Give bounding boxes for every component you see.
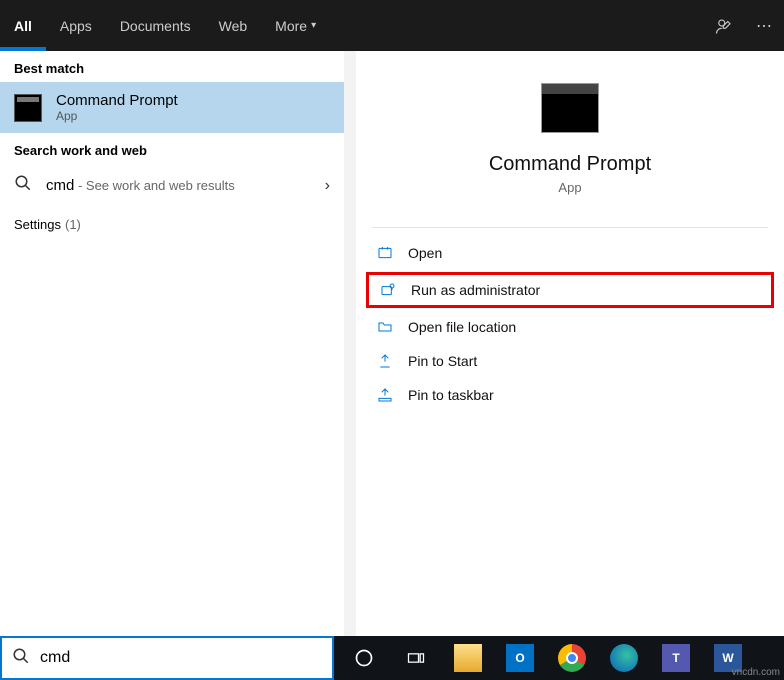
result-subtitle: App <box>56 109 178 123</box>
task-view-button[interactable] <box>394 640 438 676</box>
preview-title: Command Prompt <box>489 153 651 176</box>
preview-subtitle: App <box>558 180 581 195</box>
settings-category[interactable]: Settings (1) <box>0 207 344 242</box>
taskbar-chrome[interactable] <box>550 640 594 676</box>
preview-cmd-icon <box>541 83 599 133</box>
pin-start-icon <box>376 352 394 370</box>
result-title: Command Prompt <box>56 92 178 109</box>
results-pane: Best match Command Prompt App Search wor… <box>0 51 344 636</box>
result-command-prompt[interactable]: Command Prompt App <box>0 82 344 133</box>
search-tabbar: All Apps Documents Web More▾ ⋯ <box>0 0 784 51</box>
action-pin-to-start[interactable]: Pin to Start <box>356 344 784 378</box>
search-icon <box>14 174 32 197</box>
watermark: vncdn.com <box>732 667 780 678</box>
search-icon <box>12 647 30 670</box>
search-web-header: Search work and web <box>0 133 344 164</box>
taskbar-outlook[interactable]: O <box>498 640 542 676</box>
separator <box>372 227 768 228</box>
open-icon <box>376 244 394 262</box>
tab-more[interactable]: More▾ <box>261 0 330 51</box>
taskbar: O T W <box>334 636 784 680</box>
pin-taskbar-icon <box>376 386 394 404</box>
action-open-file-location[interactable]: Open file location <box>356 310 784 344</box>
web-query-desc: - See work and web results <box>74 178 234 193</box>
web-query-text: cmd <box>46 177 74 194</box>
tab-apps[interactable]: Apps <box>46 0 106 51</box>
pane-divider <box>344 51 356 636</box>
chevron-right-icon: › <box>325 177 330 195</box>
action-pin-to-taskbar[interactable]: Pin to taskbar <box>356 378 784 412</box>
cmd-icon <box>14 94 42 122</box>
admin-icon <box>379 281 397 299</box>
feedback-icon[interactable] <box>704 17 744 35</box>
search-box[interactable] <box>0 636 334 680</box>
preview-pane: Command Prompt App Open Run as administr… <box>356 51 784 636</box>
taskbar-edge[interactable] <box>602 640 646 676</box>
search-body: Best match Command Prompt App Search wor… <box>0 51 784 636</box>
action-open[interactable]: Open <box>356 236 784 270</box>
action-run-as-administrator[interactable]: Run as administrator <box>366 272 774 308</box>
web-result-cmd[interactable]: cmd - See work and web results › <box>0 164 344 207</box>
chevron-down-icon: ▾ <box>311 20 316 31</box>
cortana-button[interactable] <box>342 640 386 676</box>
tab-web[interactable]: Web <box>205 0 262 51</box>
tab-all[interactable]: All <box>0 0 46 51</box>
taskbar-file-explorer[interactable] <box>446 640 490 676</box>
search-input[interactable] <box>40 649 322 667</box>
more-options-icon[interactable]: ⋯ <box>744 16 784 36</box>
tab-documents[interactable]: Documents <box>106 0 205 51</box>
best-match-header: Best match <box>0 51 344 82</box>
folder-icon <box>376 318 394 336</box>
taskbar-teams[interactable]: T <box>654 640 698 676</box>
